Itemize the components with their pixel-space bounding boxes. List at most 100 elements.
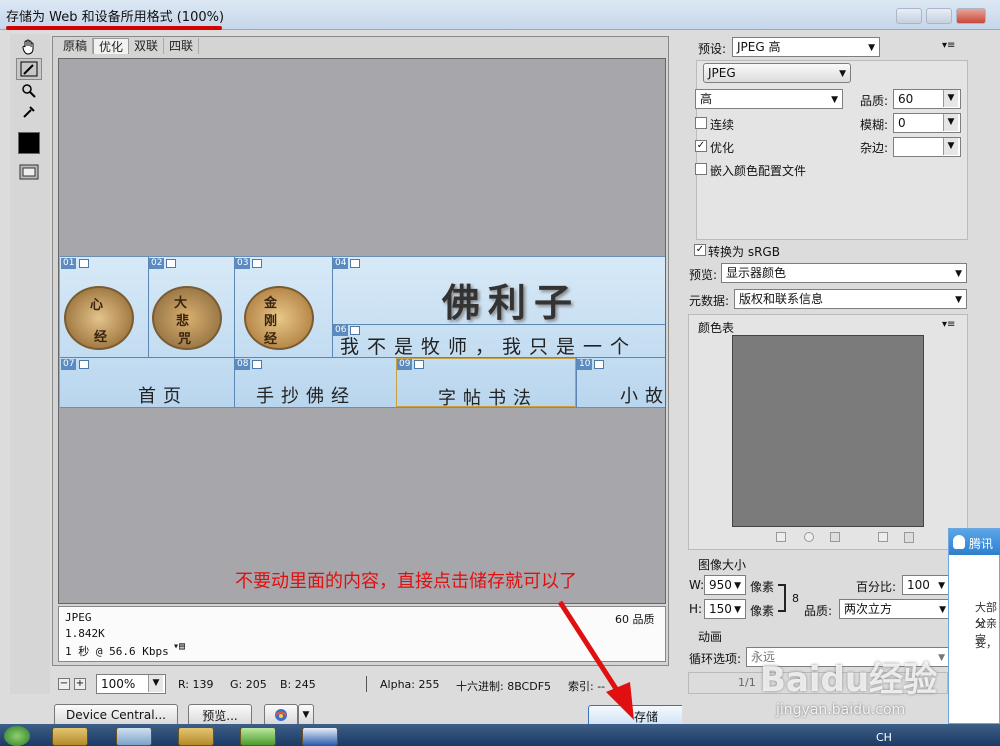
metadata-label: 元数据:	[689, 294, 730, 308]
oval-char: 经	[264, 332, 278, 347]
slice-number: 07	[61, 359, 77, 370]
aspect-bracket	[778, 584, 786, 612]
link-icon[interactable]: 8	[792, 592, 799, 605]
banner-title: 佛利子	[442, 280, 581, 325]
info-download-time: 1 秒 @ 56.6 Kbps	[65, 645, 169, 658]
instruction-annotation: 不要动里面的内容，直接点击储存就可以了	[235, 571, 577, 592]
slice-number: 01	[61, 258, 77, 269]
resample-label: 品质:	[804, 604, 833, 618]
matte-label: 杂边:	[860, 141, 889, 155]
nav-home[interactable]: 首页	[138, 382, 188, 408]
view-tabs: 原稿 优化 双联 四联	[58, 38, 200, 54]
resample-select[interactable]: 两次立方	[839, 599, 951, 619]
slice-badge-icon	[252, 360, 262, 369]
tab-original[interactable]: 原稿	[58, 38, 94, 54]
close-button[interactable]	[956, 8, 986, 24]
red-arrow-icon	[557, 600, 634, 720]
oval-char: 咒	[178, 332, 192, 347]
progressive-checkbox[interactable]	[695, 117, 707, 129]
percent-input[interactable]: 100	[902, 575, 950, 595]
tab-optimized[interactable]: 优化	[93, 38, 130, 54]
trash-icon[interactable]	[904, 532, 914, 543]
popup-line: 妥，	[975, 637, 997, 650]
slice-number: 04	[333, 258, 349, 269]
format-select[interactable]: JPEG	[703, 63, 851, 83]
watermark-url: jingyan.baidu.com	[776, 702, 906, 718]
slice-divider	[234, 257, 235, 407]
animation-header: 动画	[698, 630, 723, 644]
slice-number: 09	[397, 359, 413, 370]
zoom-in-button[interactable]: +	[74, 678, 86, 690]
nav-handwritten-sutras[interactable]: 手抄佛经	[256, 382, 356, 408]
preview-label: 预览:	[689, 268, 718, 282]
panel-menu-icon[interactable]: ▾≡	[942, 40, 955, 51]
blur-input[interactable]: 0	[893, 113, 961, 133]
app-taskbar-icon[interactable]	[116, 727, 152, 746]
tab-2-up[interactable]: 双联	[129, 38, 165, 54]
nav-calligraphy[interactable]: 字帖书法	[438, 384, 538, 410]
sutra-oval-xinjing: 心 经	[64, 286, 134, 350]
qq-notification-popup[interactable]: 腾讯 大部分 父亲完 妥，	[948, 528, 1000, 724]
embed-profile-checkbox[interactable]	[695, 163, 707, 175]
compression-select[interactable]: 高	[695, 89, 843, 109]
srgb-label: 转换为 sRGB	[708, 245, 780, 259]
zoom-tool-icon[interactable]	[16, 80, 42, 102]
tab-4-up[interactable]: 四联	[164, 38, 200, 54]
speed-menu-icon[interactable]: ▾▤	[173, 641, 185, 652]
progressive-label: 连续	[710, 118, 735, 132]
browser-globe-icon	[275, 709, 287, 721]
preset-select[interactable]: JPEG 高	[732, 37, 880, 57]
srgb-checkbox[interactable]: ✓	[694, 244, 706, 256]
preview-button[interactable]: 预览...	[188, 704, 252, 726]
nav-stories[interactable]: 小故	[620, 382, 670, 408]
maximize-button[interactable]	[926, 8, 952, 24]
oval-char: 刚	[264, 314, 278, 329]
slice-select-tool-icon[interactable]	[16, 58, 42, 80]
optimized-checkbox[interactable]: ✓	[695, 140, 707, 152]
oval-char: 大	[174, 296, 188, 311]
word-taskbar-icon[interactable]	[302, 727, 338, 746]
app-taskbar-icon[interactable]	[178, 727, 214, 746]
width-input[interactable]: 950	[704, 575, 746, 595]
eyedropper-color-swatch[interactable]	[18, 132, 40, 154]
title-bar: 存储为 Web 和设备所用格式 (100%)	[0, 0, 1000, 30]
slice-number: 08	[235, 359, 251, 370]
preview-select[interactable]: 显示器颜色	[721, 263, 967, 283]
matte-select[interactable]	[893, 137, 961, 157]
start-button[interactable]	[4, 726, 30, 746]
web-snap-icon[interactable]	[804, 532, 814, 542]
oval-char: 金	[264, 296, 278, 311]
browser-menu-button[interactable]: ▼	[298, 704, 314, 726]
oval-char: 心	[90, 298, 104, 313]
explorer-taskbar-icon[interactable]	[52, 727, 88, 746]
oval-char: 经	[94, 330, 108, 345]
slice-badge-icon	[594, 360, 604, 369]
frame-counter: 1/1	[738, 676, 756, 689]
blur-label: 模糊:	[860, 118, 889, 132]
height-unit: 像素	[750, 604, 775, 618]
color-table[interactable]	[732, 335, 924, 527]
zoom-select[interactable]: 100%	[96, 674, 166, 694]
width-unit: 像素	[750, 580, 775, 594]
slice-badge-icon	[79, 360, 89, 369]
hand-tool-icon[interactable]	[16, 36, 42, 58]
device-central-button[interactable]: Device Central...	[54, 704, 178, 726]
banner-subtitle: 我不是牧师，我只是一个	[340, 336, 638, 358]
map-color-icon[interactable]	[776, 532, 786, 542]
app-taskbar-icon[interactable]	[240, 727, 276, 746]
minimize-button[interactable]	[896, 8, 922, 24]
info-format: JPEG	[65, 611, 92, 624]
lock-color-icon[interactable]	[830, 532, 840, 542]
toggle-slices-icon[interactable]	[16, 161, 42, 183]
eyedropper-tool-icon[interactable]	[16, 101, 42, 123]
new-color-icon[interactable]	[878, 532, 888, 542]
slice-number: 03	[235, 258, 251, 269]
zoom-out-button[interactable]: −	[58, 678, 70, 690]
browser-preview-button[interactable]	[264, 704, 298, 726]
quality-input[interactable]: 60	[893, 89, 961, 109]
metadata-select[interactable]: 版权和联系信息	[734, 289, 967, 309]
height-input[interactable]: 150	[704, 599, 746, 619]
color-table-menu-icon[interactable]: ▾≡	[942, 319, 955, 330]
language-indicator[interactable]: CH	[876, 731, 892, 744]
percent-label: 百分比:	[856, 580, 897, 594]
